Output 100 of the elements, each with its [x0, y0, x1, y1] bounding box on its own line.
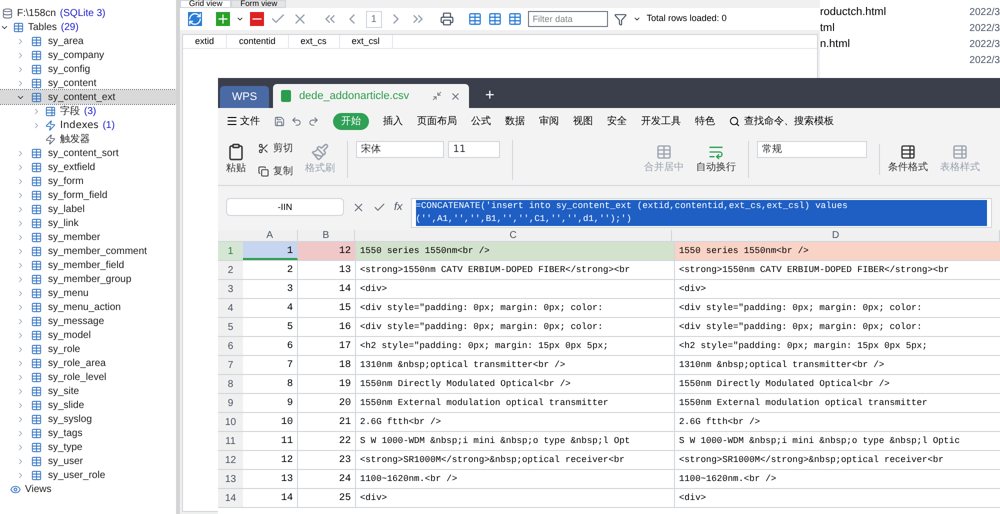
tree-row[interactable]: sy_config	[0, 62, 176, 76]
tree-row[interactable]: sy_role_area	[0, 356, 176, 370]
wrap-icon[interactable]	[708, 144, 724, 160]
copy-icon[interactable]	[258, 166, 269, 176]
tree-row[interactable]: sy_role	[0, 342, 176, 356]
tree-row[interactable]: sy_content	[0, 76, 176, 90]
tree-row[interactable]: sy_type	[0, 440, 176, 454]
menu-tab[interactable]: 审阅	[539, 114, 559, 128]
menu-icon[interactable]	[226, 115, 238, 127]
tree-row[interactable]: sy_menu_action	[0, 300, 176, 314]
command-search[interactable]: 查找命令、搜索模板	[744, 114, 834, 128]
table-icon	[31, 162, 42, 172]
tree-item[interactable]: Indexes	[60, 118, 99, 132]
filter-icon[interactable]	[614, 12, 627, 26]
table-name: sy_model	[48, 328, 91, 342]
table-cell: 25	[298, 489, 356, 507]
menu-tab[interactable]: 安全	[607, 114, 627, 128]
file-name[interactable]: tml	[820, 20, 835, 36]
tree-row[interactable]: sy_tags	[0, 426, 176, 440]
add-icon[interactable]	[216, 12, 230, 26]
close-icon[interactable]	[450, 90, 462, 102]
wrap-button[interactable]: 自动换行	[696, 160, 736, 175]
menu-tab[interactable]: 公式	[471, 114, 491, 128]
table-name: sy_role	[48, 342, 80, 356]
redo-icon[interactable]	[308, 116, 319, 126]
conditional-format-button[interactable]: 条件格式	[888, 160, 928, 175]
file-name[interactable]: n.html	[820, 36, 850, 52]
tree-row[interactable]: sy_member	[0, 230, 176, 244]
caret-icon[interactable]	[632, 15, 641, 23]
copy-button[interactable]: 复制	[273, 164, 293, 178]
font-size-field[interactable]: 11	[448, 141, 500, 158]
save-icon[interactable]	[274, 116, 285, 126]
menu-tab[interactable]: 页面布局	[417, 114, 457, 128]
refresh-icon[interactable]	[188, 12, 202, 26]
tree-row[interactable]: sy_slide	[0, 398, 176, 412]
tree-row[interactable]: sy_model	[0, 328, 176, 342]
table-icon	[31, 204, 42, 214]
table-name: sy_message	[48, 314, 104, 328]
brush-icon[interactable]	[311, 143, 329, 161]
tree-row[interactable]: sy_content_sort	[0, 146, 176, 160]
new-tab-button[interactable]: +	[473, 84, 506, 108]
cancel-icon[interactable]	[352, 201, 365, 214]
page-field[interactable]: 1	[366, 10, 382, 28]
menu-tab[interactable]: 数据	[505, 114, 525, 128]
table-cell-text: 1550nm Directly Modulated Optical<br />	[678, 378, 891, 391]
conditional-format-icon[interactable]	[900, 144, 916, 160]
tree-row[interactable]: sy_member_group	[0, 272, 176, 286]
tree-row[interactable]: sy_area	[0, 34, 176, 48]
grid-icon[interactable]	[468, 12, 482, 26]
tree-row[interactable]: sy_member_comment	[0, 244, 176, 258]
menu-tab[interactable]: 视图	[573, 114, 593, 128]
menu-tab[interactable]: 特色	[695, 114, 715, 128]
file-name[interactable]: roductch.html	[820, 4, 886, 20]
tree-row[interactable]: sy_menu	[0, 286, 176, 300]
undo-icon[interactable]	[291, 116, 302, 126]
tree-row[interactable]: sy_extfield	[0, 160, 176, 174]
tree-item[interactable]: Views	[25, 482, 52, 496]
table-cell: 1	[243, 242, 298, 260]
tree-row[interactable]: sy_company	[0, 48, 176, 62]
cut-button[interactable]: 剪切	[273, 140, 293, 156]
app-tab[interactable]: WPS	[220, 86, 270, 108]
rows-loaded: Total rows loaded: 0	[646, 12, 727, 26]
tab[interactable]: Grid view	[180, 0, 232, 8]
tree-item[interactable]: 触发器	[60, 132, 90, 146]
number-format-field[interactable]: 常规	[757, 141, 867, 158]
menu-tab[interactable]: 文件	[240, 114, 260, 128]
search-icon[interactable]	[729, 116, 740, 126]
menu-tab[interactable]: 插入	[383, 114, 403, 128]
table-style-icon[interactable]	[952, 144, 968, 160]
tree-row[interactable]: sy_user_role	[0, 468, 176, 482]
table-cell: 19	[298, 375, 356, 393]
tree-row[interactable]: sy_site	[0, 384, 176, 398]
column-header: ext_cs	[288, 35, 340, 48]
tree-row[interactable]: sy_role_level	[0, 370, 176, 384]
delete-icon[interactable]	[250, 12, 264, 26]
print-icon[interactable]	[440, 12, 454, 26]
tree-item[interactable]: Tables	[28, 20, 57, 34]
tree-row[interactable]: sy_member_field	[0, 258, 176, 272]
merge-icon[interactable]	[656, 144, 672, 160]
paste-button[interactable]: 粘贴	[226, 161, 246, 176]
tree-row[interactable]: sy_link	[0, 216, 176, 230]
tree-row[interactable]: sy_form	[0, 174, 176, 188]
tree-row[interactable]: sy_form_field	[0, 188, 176, 202]
tree-row[interactable]: sy_content_ext	[0, 90, 176, 104]
menu-tab[interactable]: 开发工具	[641, 114, 681, 128]
grid-icon[interactable]	[488, 12, 502, 26]
tab[interactable]: Form view	[231, 0, 286, 8]
tree-row[interactable]: sy_user	[0, 454, 176, 468]
filter-field[interactable]: Filter data	[528, 11, 608, 27]
cut-icon[interactable]	[258, 142, 269, 154]
name-box[interactable]: -IIN	[226, 198, 344, 216]
function-button[interactable]: fx	[394, 199, 403, 216]
tree-row[interactable]: sy_message	[0, 314, 176, 328]
font-field[interactable]: 宋体	[356, 141, 444, 158]
caret-icon[interactable]	[236, 15, 244, 23]
table-name: sy_member_field	[48, 258, 124, 272]
tree-item[interactable]: 字段	[60, 104, 80, 118]
tree-row[interactable]: sy_label	[0, 202, 176, 216]
paste-icon[interactable]	[227, 143, 245, 161]
tree-row[interactable]: sy_syslog	[0, 412, 176, 426]
